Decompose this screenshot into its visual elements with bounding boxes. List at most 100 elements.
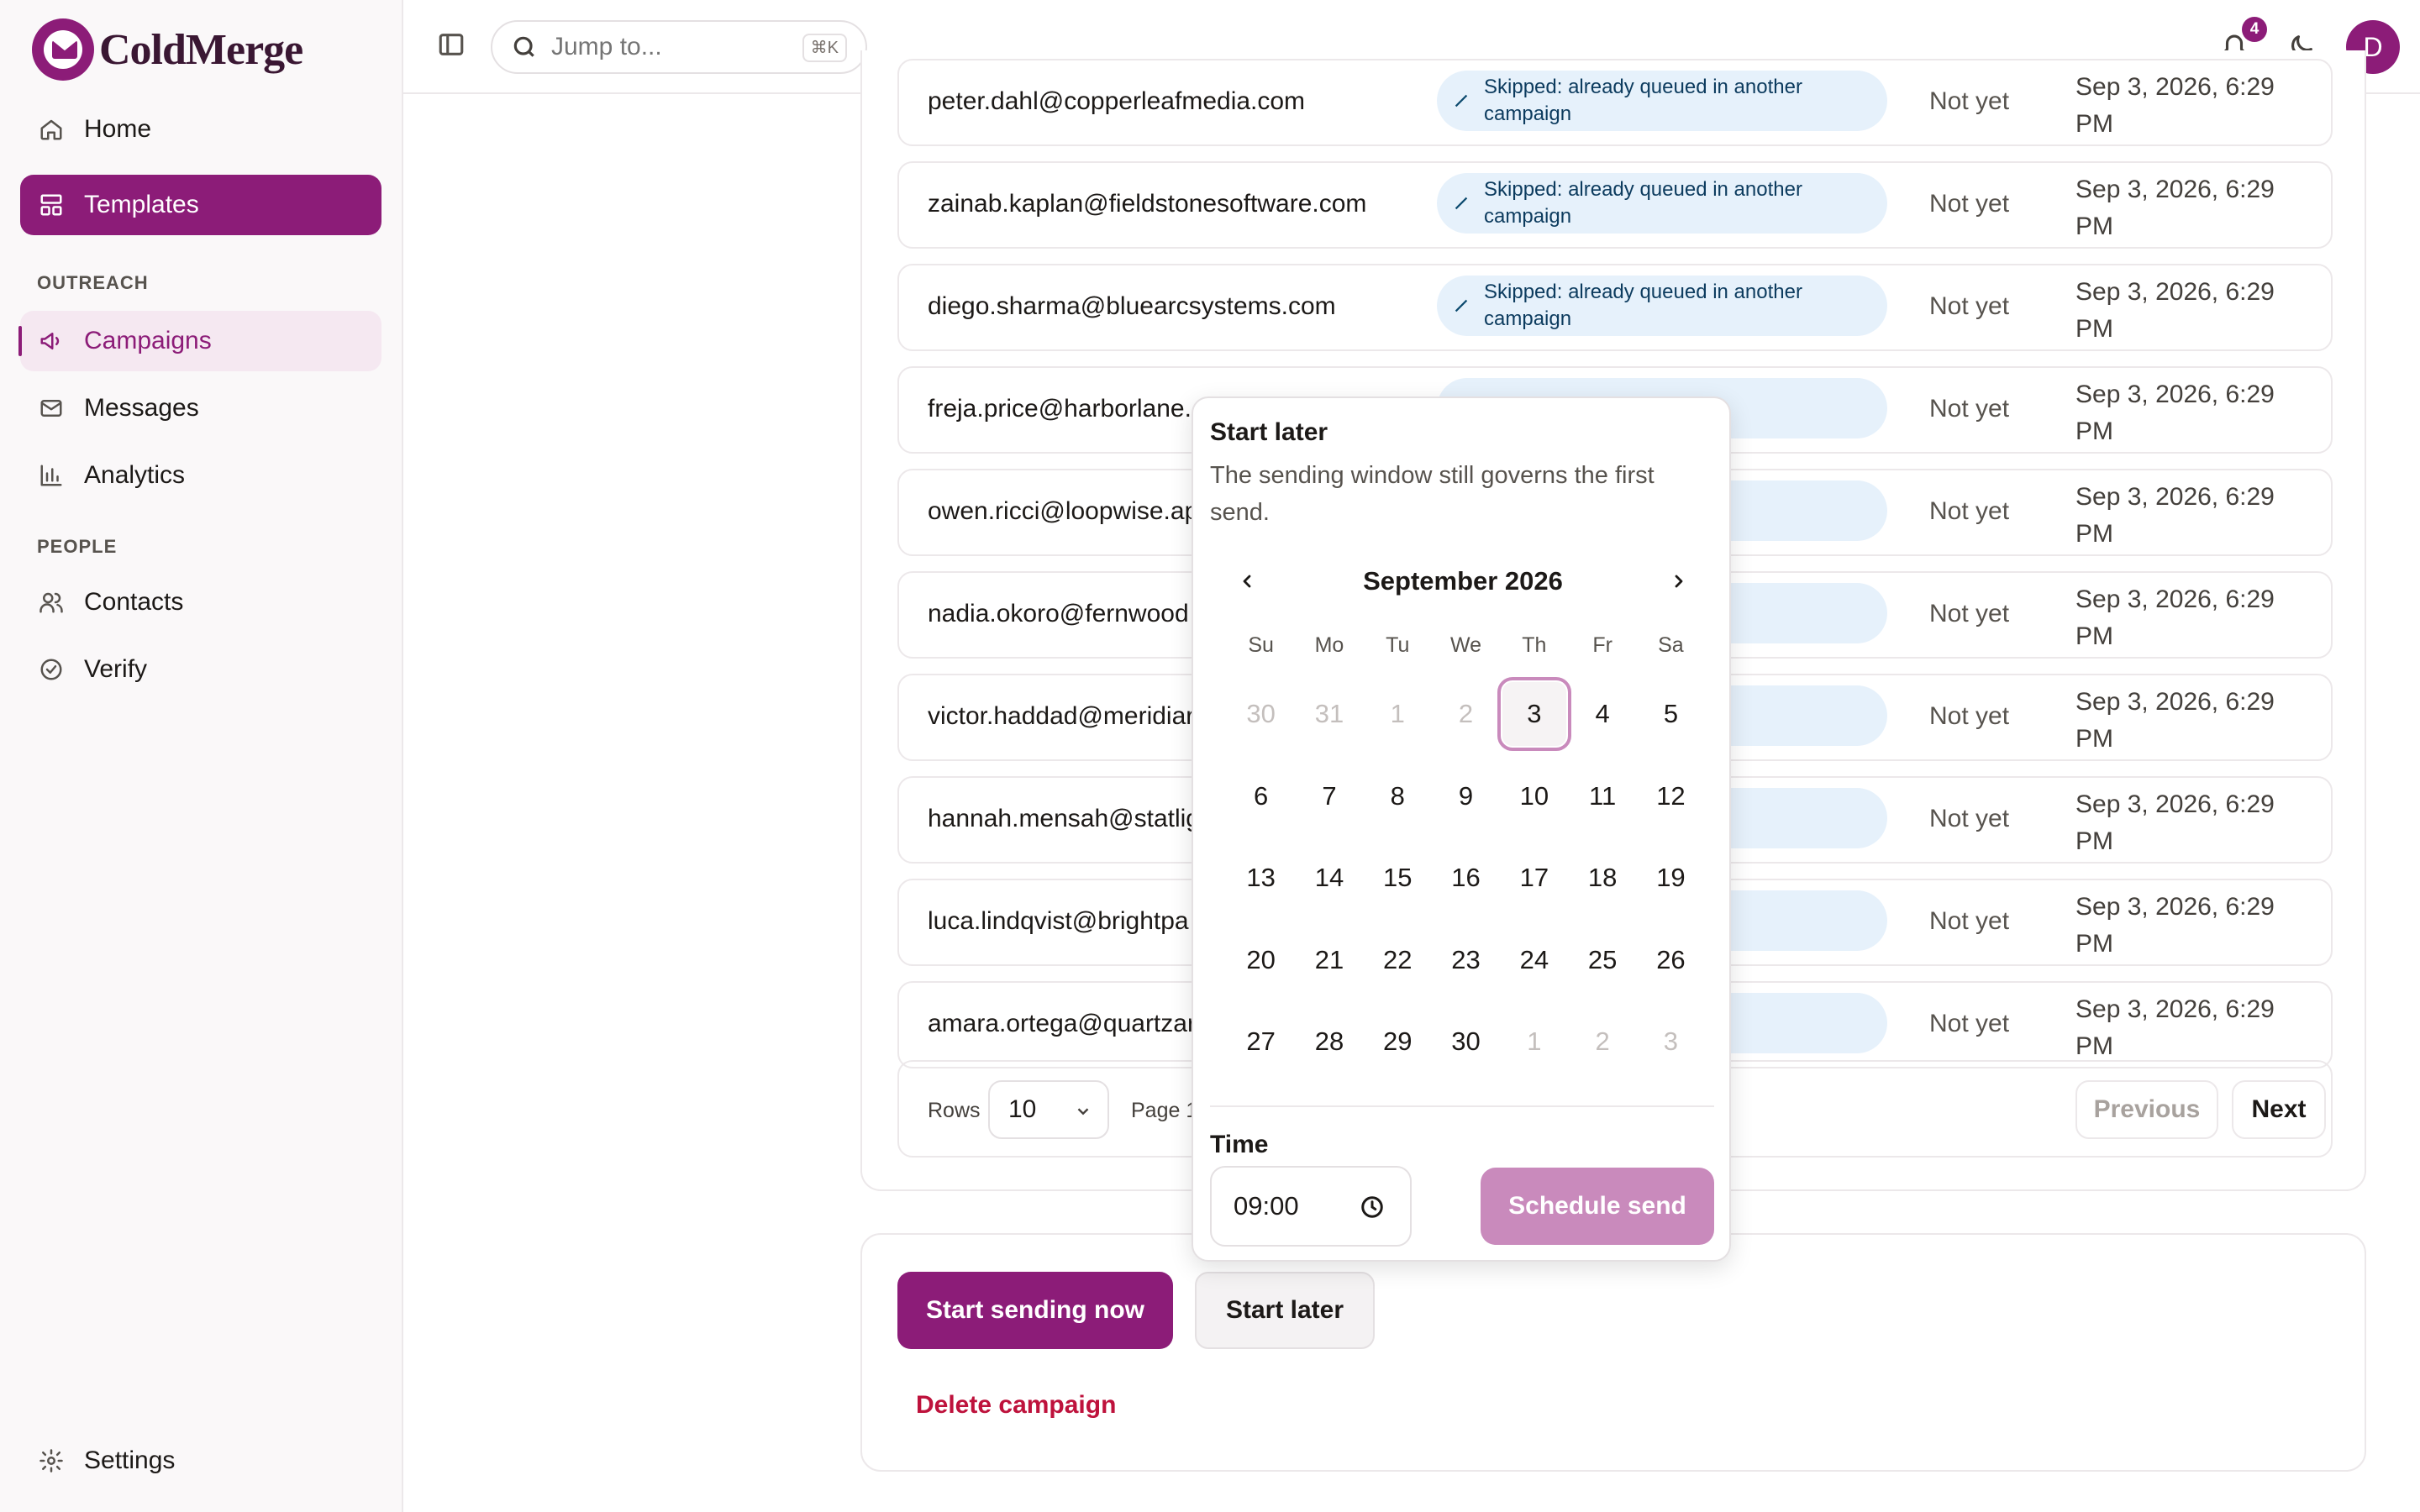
- weekday-label: Tu: [1386, 633, 1410, 657]
- sent-status: Not yet: [1929, 87, 2010, 115]
- start-later-button[interactable]: Start later: [1195, 1272, 1375, 1349]
- calendar-day: 1: [1527, 1026, 1542, 1057]
- sent-status: Not yet: [1929, 600, 2010, 627]
- section-label-outreach: OUTREACH: [37, 272, 149, 293]
- calendar-day[interactable]: 19: [1637, 841, 1705, 915]
- status-text: Skipped: already queued in another campa…: [1484, 76, 1802, 125]
- table-row[interactable]: diego.sharma@bluearcsystems.com Skipped: …: [897, 264, 2333, 351]
- calendar-day[interactable]: 4: [1569, 677, 1637, 751]
- mail-icon: [37, 394, 66, 423]
- calendar-day-grid: 30 31 1 2 3 4 5 6 7 8 9 10 11 12 13 14 15 16 17 18 19 20 21 22 2…: [1227, 677, 1706, 1087]
- created-date: Sep 3, 2026, 6:29 PM: [2075, 278, 2275, 343]
- sent-status: Not yet: [1929, 907, 2010, 935]
- schedule-send-button[interactable]: Schedule send: [1481, 1168, 1714, 1245]
- calendar-day[interactable]: 14: [1295, 841, 1363, 915]
- sidebar-item-label: Campaigns: [84, 327, 212, 354]
- calendar-week: 13 14 15 16 17 18 19: [1227, 841, 1706, 923]
- logo-mark-icon: [32, 18, 94, 81]
- status-badge: Skipped: already queued in another campa…: [1437, 71, 1887, 131]
- megaphone-icon: [37, 327, 66, 355]
- popover-divider: [1210, 1105, 1714, 1107]
- app-logo[interactable]: ColdMerge: [32, 18, 303, 81]
- table-row[interactable]: zainab.kaplan@fieldstonesoftware.com Skip…: [897, 161, 2333, 249]
- calendar-day[interactable]: 24: [1500, 923, 1568, 997]
- rows-label: Rows: [928, 1099, 981, 1122]
- weekday-label: Mo: [1314, 633, 1344, 657]
- calendar-week: 27 28 29 30 1 2 3: [1227, 1005, 1706, 1087]
- created-date: Sep 3, 2026, 6:29 PM: [2075, 381, 2275, 445]
- search-icon: [513, 36, 534, 57]
- recipient-email: freja.price@harborlane.: [928, 395, 1192, 423]
- calendar-day[interactable]: 28: [1295, 1005, 1363, 1079]
- delete-campaign-button[interactable]: Delete campaign: [916, 1391, 1116, 1420]
- calendar-day[interactable]: 27: [1227, 1005, 1295, 1079]
- calendar-day[interactable]: 7: [1295, 759, 1363, 833]
- sent-status: Not yet: [1929, 702, 2010, 730]
- sidebar-item-analytics[interactable]: Analytics: [20, 445, 381, 506]
- sent-status: Not yet: [1929, 497, 2010, 525]
- calendar-day[interactable]: 29: [1364, 1005, 1432, 1079]
- slash-icon: [1455, 94, 1468, 108]
- calendar-day[interactable]: 20: [1227, 923, 1295, 997]
- recipient-email: owen.ricci@loopwise.ap: [928, 497, 1199, 525]
- calendar-day[interactable]: 13: [1227, 841, 1295, 915]
- time-label: Time: [1210, 1131, 1269, 1158]
- gear-icon: [37, 1446, 66, 1475]
- created-date: Sep 3, 2026, 6:29 PM: [2075, 688, 2275, 753]
- calendar-day[interactable]: 25: [1568, 923, 1636, 997]
- notification-badge: 4: [2242, 17, 2267, 42]
- calendar-month-label: September 2026: [1363, 566, 1563, 596]
- sidebar-item-messages[interactable]: Messages: [20, 378, 381, 438]
- sidebar-item-label: Contacts: [84, 588, 184, 616]
- calendar-day[interactable]: 9: [1432, 759, 1500, 833]
- search-input[interactable]: [551, 33, 803, 61]
- calendar-day[interactable]: 30: [1432, 1005, 1500, 1079]
- calendar-day: 31: [1314, 699, 1344, 728]
- calendar-week: 20 21 22 23 24 25 26: [1227, 923, 1706, 1005]
- weekday-label: Su: [1248, 633, 1274, 657]
- weekday-label: Th: [1522, 633, 1547, 657]
- calendar-day[interactable]: 17: [1500, 841, 1568, 915]
- calendar-week: 6 7 8 9 10 11 12: [1227, 759, 1706, 842]
- previous-page-button[interactable]: Previous: [2075, 1080, 2218, 1139]
- rows-per-page-select[interactable]: 10: [988, 1080, 1109, 1139]
- sidebar-item-campaigns[interactable]: Campaigns: [18, 311, 381, 371]
- sent-status: Not yet: [1929, 395, 2010, 423]
- sidebar-item-home[interactable]: Home: [20, 99, 381, 160]
- calendar-day[interactable]: 6: [1227, 759, 1295, 833]
- calendar-day[interactable]: 5: [1637, 677, 1705, 751]
- shortcut-hint: ⌘K: [802, 34, 847, 62]
- time-input[interactable]: 09:00: [1210, 1166, 1412, 1247]
- calendar-day[interactable]: 16: [1432, 841, 1500, 915]
- calendar-day[interactable]: 18: [1568, 841, 1636, 915]
- section-label-people: PEOPLE: [37, 536, 118, 557]
- status-text: Skipped: already queued in another campa…: [1484, 281, 1802, 330]
- recipient-email: zainab.kaplan@fieldstonesoftware.com: [928, 190, 1367, 218]
- calendar-day[interactable]: 12: [1637, 759, 1705, 833]
- sidebar-item-contacts[interactable]: Contacts: [20, 572, 381, 633]
- sent-status: Not yet: [1929, 292, 2010, 320]
- start-sending-now-button[interactable]: Start sending now: [897, 1272, 1173, 1349]
- sidebar-item-verify[interactable]: Verify: [20, 639, 381, 700]
- status-text: Skipped: already queued in another campa…: [1484, 178, 1802, 228]
- calendar-day[interactable]: 8: [1364, 759, 1432, 833]
- table-row[interactable]: peter.dahl@copperleafmedia.com Skipped: a…: [897, 59, 2333, 146]
- sidebar-item-templates[interactable]: Templates: [20, 175, 381, 235]
- sent-status: Not yet: [1929, 1010, 2010, 1037]
- sidebar-item-settings[interactable]: Settings: [20, 1431, 381, 1491]
- search-box[interactable]: ⌘K: [491, 20, 867, 74]
- calendar-day[interactable]: 15: [1364, 841, 1432, 915]
- calendar-day-selected[interactable]: 3: [1497, 677, 1571, 751]
- next-month-button[interactable]: [1664, 566, 1694, 596]
- sidebar-item-label: Analytics: [84, 461, 186, 489]
- recipient-email: nadia.okoro@fernwood: [928, 600, 1189, 627]
- weekday-label: Sa: [1658, 633, 1684, 657]
- calendar-day[interactable]: 10: [1500, 759, 1568, 833]
- calendar-day[interactable]: 26: [1637, 923, 1705, 997]
- calendar-day[interactable]: 22: [1364, 923, 1432, 997]
- calendar-day[interactable]: 11: [1568, 759, 1636, 833]
- sidebar-toggle-button[interactable]: [437, 30, 471, 64]
- calendar-day[interactable]: 23: [1432, 923, 1500, 997]
- calendar-day[interactable]: 21: [1295, 923, 1363, 997]
- next-page-button[interactable]: Next: [2232, 1080, 2326, 1139]
